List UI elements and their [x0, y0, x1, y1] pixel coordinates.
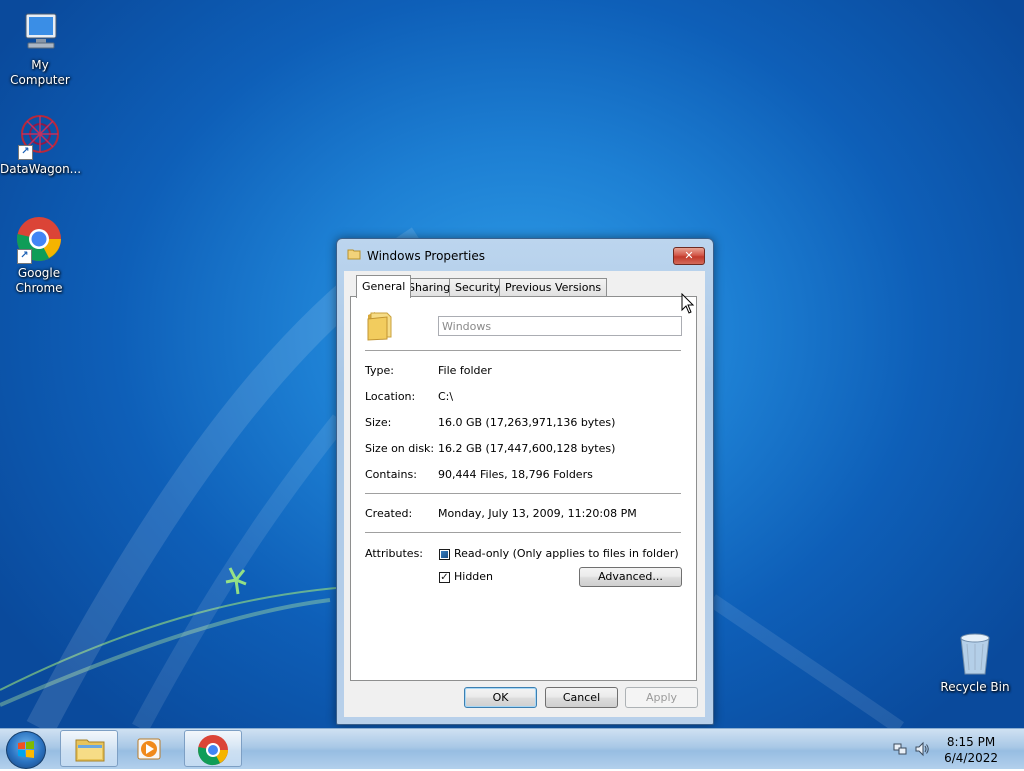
hidden-checkbox[interactable]: ✓: [439, 572, 450, 583]
type-value: File folder: [438, 364, 492, 377]
desktop-icon-recycle-bin[interactable]: Recycle Bin: [935, 630, 1015, 695]
taskbar-item-explorer[interactable]: [60, 730, 118, 767]
close-button[interactable]: ✕: [673, 247, 705, 265]
location-label: Location:: [365, 390, 416, 403]
separator: [365, 532, 681, 534]
chrome-icon: [198, 735, 228, 766]
separator: [365, 493, 681, 495]
windows-logo-icon: [18, 741, 34, 758]
dialog-titlebar[interactable]: Windows Properties ✕: [337, 239, 713, 271]
mouse-cursor-icon: [681, 293, 695, 314]
system-tray: 8:15 PM 6/4/2022: [884, 729, 1024, 769]
folder-name-field[interactable]: [438, 316, 682, 336]
taskbar-item-chrome[interactable]: [184, 730, 242, 767]
shortcut-arrow-icon: ↗: [18, 145, 33, 160]
desktop-icon-label: My Computer: [10, 58, 70, 87]
readonly-checkbox[interactable]: [439, 549, 450, 560]
contains-value: 90,444 Files, 18,796 Folders: [438, 468, 593, 481]
clock-date: 6/4/2022: [944, 751, 998, 765]
checkmark-icon: ✓: [440, 572, 449, 583]
computer-icon: [25, 13, 57, 49]
shortcut-arrow-icon: ↗: [17, 249, 32, 264]
hidden-label: Hidden: [454, 570, 494, 583]
folder-icon: [347, 249, 361, 260]
dialog-title: Windows Properties: [367, 249, 486, 263]
created-value: Monday, July 13, 2009, 11:20:08 PM: [438, 507, 637, 520]
contains-label: Contains:: [365, 468, 417, 481]
tab-general[interactable]: General: [356, 275, 412, 298]
size-on-disk-label: Size on disk:: [365, 442, 435, 455]
start-button[interactable]: [6, 731, 46, 769]
media-player-icon: [137, 738, 161, 760]
general-tab-page: Type: File folder Location: C:\ Size: 16…: [350, 296, 697, 681]
clock-time: 8:15 PM: [946, 735, 996, 749]
desktop-icon-my-computer[interactable]: My Computer: [0, 8, 80, 88]
dialog-client: General Sharing Security Previous Versio…: [344, 271, 705, 717]
recycle-bin-icon: [960, 633, 990, 675]
tab-security[interactable]: Security: [449, 278, 507, 297]
location-value: C:\: [438, 390, 454, 403]
advanced-button[interactable]: Advanced...: [579, 567, 682, 587]
taskbar: 8:15 PM 6/4/2022: [0, 728, 1024, 769]
cancel-button[interactable]: Cancel: [545, 687, 618, 708]
readonly-label: Read-only (Only applies to files in fold…: [454, 547, 679, 560]
close-icon: ✕: [684, 249, 694, 262]
folder-icon: [367, 312, 392, 341]
separator: [365, 350, 681, 352]
desktop-icon-label: DataWagon...: [0, 162, 82, 176]
clock[interactable]: 8:15 PM 6/4/2022: [944, 734, 998, 766]
tab-previous-versions[interactable]: Previous Versions: [499, 278, 608, 297]
desktop-icon-google-chrome[interactable]: ↗ Google Chrome: [0, 216, 79, 296]
taskbar-item-media-player[interactable]: [122, 730, 180, 767]
folder-icon: [75, 739, 105, 762]
ok-button[interactable]: OK: [464, 687, 537, 708]
desktop-icon-label: Recycle Bin: [940, 680, 1010, 694]
desktop-icon-label: Google Chrome: [15, 266, 63, 295]
volume-icon[interactable]: [914, 741, 930, 757]
size-value: 16.0 GB (17,263,971,136 bytes): [438, 416, 616, 429]
type-label: Type:: [365, 364, 394, 377]
apply-button[interactable]: Apply: [625, 687, 698, 708]
properties-dialog: Windows Properties ✕ General Sharing Sec…: [336, 238, 714, 725]
desktop: My Computer ↗ DataWagon... ↗ Google Chro…: [0, 0, 1024, 728]
created-label: Created:: [365, 507, 413, 520]
network-icon[interactable]: [892, 741, 908, 757]
size-label: Size:: [365, 416, 392, 429]
size-on-disk-value: 16.2 GB (17,447,600,128 bytes): [438, 442, 616, 455]
attributes-label: Attributes:: [365, 547, 424, 560]
desktop-icon-datawagon[interactable]: ↗ DataWagon...: [0, 112, 82, 177]
